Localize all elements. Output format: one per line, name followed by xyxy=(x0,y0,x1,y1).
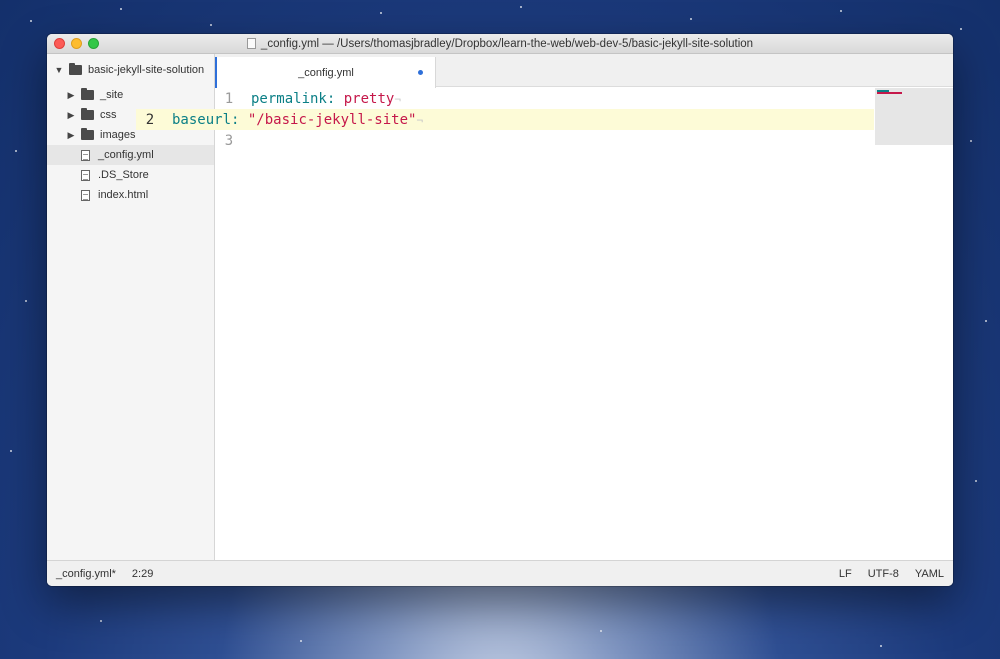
close-button[interactable] xyxy=(54,38,65,49)
tree-item-index[interactable]: index.html xyxy=(47,185,214,205)
end-of-line-marker: ¬ xyxy=(394,92,401,106)
tree-item-site[interactable]: ▶ _site xyxy=(47,85,214,105)
folder-icon xyxy=(81,128,94,140)
editor-pane[interactable]: _config.yml 1 permalink: pretty¬ 2 baseu… xyxy=(136,54,953,560)
status-file[interactable]: _config.yml* xyxy=(56,568,116,580)
tree-item-label: css xyxy=(100,109,117,121)
folder-icon xyxy=(69,63,82,75)
status-encoding[interactable]: UTF-8 xyxy=(868,568,899,580)
project-root-label: basic-jekyll-site-solution xyxy=(88,64,205,76)
chevron-right-icon[interactable]: ▶ xyxy=(65,130,77,141)
line-number: 2 xyxy=(145,111,155,128)
status-cursor-position[interactable]: 2:29 xyxy=(132,568,153,580)
yaml-value: "/basic-jekyll-site" xyxy=(247,111,417,128)
tree-item-label: images xyxy=(100,129,136,141)
tab-label: _config.yml xyxy=(298,66,354,79)
yaml-value: pretty xyxy=(343,90,395,107)
chevron-right-icon[interactable]: ▶ xyxy=(65,110,77,121)
yaml-key: baseurl: xyxy=(172,111,240,128)
tab-bar: _config.yml xyxy=(215,54,953,88)
tree-item-label: .DS_Store xyxy=(98,169,149,181)
project-root[interactable]: ▼ basic-jekyll-site-solution xyxy=(47,60,214,80)
chevron-down-icon[interactable]: ▼ xyxy=(53,65,65,75)
tree-item-ds-store[interactable]: .DS_Store xyxy=(47,165,214,185)
tree-item-label: _site xyxy=(100,89,124,101)
modified-dot-icon[interactable] xyxy=(418,70,423,75)
tab-config[interactable]: _config.yml xyxy=(215,57,436,88)
file-icon xyxy=(81,169,90,181)
code-line[interactable]: 1 permalink: pretty¬ xyxy=(215,88,953,109)
code-line[interactable]: 3 xyxy=(215,130,953,151)
window-controls xyxy=(54,38,99,49)
status-grammar[interactable]: YAML xyxy=(915,568,944,580)
minimap[interactable] xyxy=(875,88,953,145)
chevron-right-icon[interactable]: ▶ xyxy=(65,90,77,101)
yaml-key: permalink: xyxy=(251,90,336,107)
folder-icon xyxy=(81,88,94,100)
editor-window: _config.yml — /Users/thomasjbradley/Drop… xyxy=(47,34,953,586)
file-icon xyxy=(81,149,90,161)
status-bar: _config.yml* 2:29 LF UTF-8 YAML xyxy=(47,560,953,586)
window-title: _config.yml — /Users/thomasjbradley/Drop… xyxy=(260,37,754,50)
end-of-line-marker: ¬ xyxy=(416,113,424,127)
file-icon xyxy=(81,189,90,201)
tree-item-label: index.html xyxy=(98,189,149,201)
line-number: 3 xyxy=(224,132,234,149)
tree-item-config[interactable]: _config.yml xyxy=(47,145,214,165)
minimap-line xyxy=(877,92,902,94)
zoom-button[interactable] xyxy=(88,38,99,49)
code-line-active[interactable]: 2 baseurl: "/basic-jekyll-site"¬ xyxy=(136,109,874,130)
line-number: 1 xyxy=(224,90,234,107)
status-line-ending[interactable]: LF xyxy=(839,568,852,580)
document-icon xyxy=(246,38,256,49)
code-area[interactable]: 1 permalink: pretty¬ 2 baseurl: "/basic-… xyxy=(136,87,953,560)
tree-item-label: _config.yml xyxy=(98,149,154,161)
title-bar[interactable]: _config.yml — /Users/thomasjbradley/Drop… xyxy=(47,34,953,54)
folder-icon xyxy=(81,108,94,120)
minimize-button[interactable] xyxy=(71,38,82,49)
